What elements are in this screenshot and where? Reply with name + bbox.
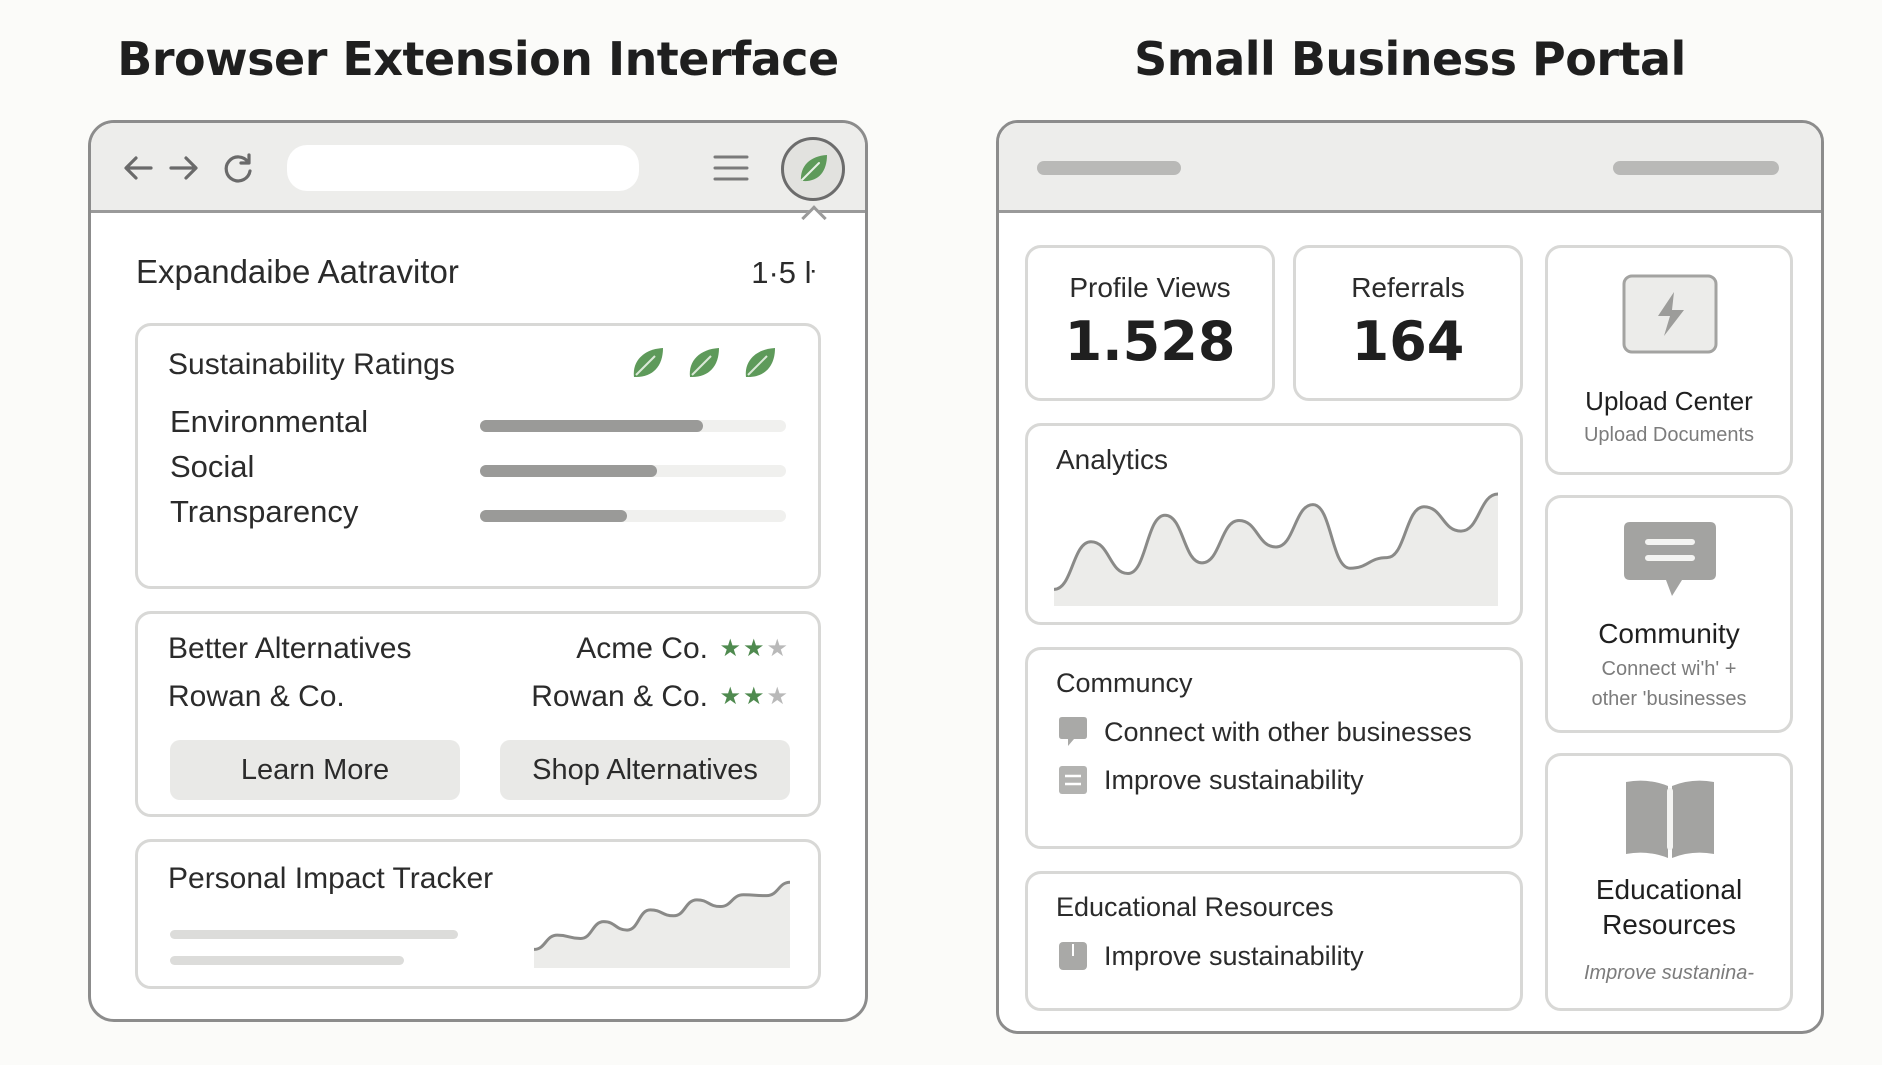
portal-header-bar [999,123,1821,213]
upload-center-title: Upload Center [1585,386,1753,416]
community-tile-subtitle: Connect wi'h' + [1601,658,1737,680]
list-item-text: Connect with other businesses [1104,716,1472,747]
educational-resources-card[interactable]: Educational Resources Improve sustainabi… [1025,871,1523,1011]
stat-value: 1.528 [1064,310,1236,373]
leaf-rating [628,344,780,382]
alternative-brand[interactable]: Rowan & Co. [531,680,708,714]
community-tile-subtitle: other 'businesses [1591,688,1747,710]
impact-trend-chart [534,880,790,968]
education-tile-title: Educational [1595,874,1743,905]
placeholder-line [170,956,404,965]
sustainability-ratings-card: Sustainability Ratings Environmental Soc… [135,323,821,589]
better-alternatives-card: Better Alternatives Rowan & Co. Acme Co.… [135,611,821,817]
small-business-portal-heading: Small Business Portal [1134,32,1686,86]
education-tile-title: Resources [1602,909,1736,940]
chat-icon [1624,522,1716,596]
stat-label: Profile Views [1069,272,1231,303]
alternatives-title: Better Alternatives [168,632,412,665]
hamburger-menu-icon[interactable] [711,150,751,186]
leaf-icon [633,348,663,377]
extension-title: Expandaibe Aatravitor [136,253,459,290]
book-icon [1626,780,1714,858]
chart-area [1054,494,1498,606]
portal-window: Profile Views 1.528 Referrals 164 Analyt… [996,120,1824,1034]
star-icon: ★ [719,635,743,662]
back-arrow-icon[interactable] [119,149,157,187]
star-icon: ★ [742,683,767,710]
book-icon [1059,942,1087,970]
leaf-icon [745,348,775,377]
stat-label: Referrals [1351,272,1465,303]
list-item-text: Improve sustainability [1104,764,1364,795]
list-item-text: Improve sustainability [1104,940,1364,971]
reload-icon[interactable] [219,149,257,187]
browser-toolbar [91,123,865,213]
rating-bar [480,465,786,477]
chat-bubble-icon [1059,717,1087,746]
analytics-card[interactable]: Analytics [1025,423,1523,625]
rating-label: Environmental [170,404,369,439]
star-rating: ★★★ [719,634,790,663]
impact-title: Personal Impact Tracker [168,862,494,895]
rating-bar [480,510,786,522]
rating-label: Social [170,449,255,484]
referrals-card[interactable]: Referrals 164 [1293,245,1523,401]
education-title: Educational Resources [1056,892,1334,922]
star-icon: ★ [719,683,743,710]
leaf-icon [800,155,827,182]
rating-row-transparency: Transparency [170,494,790,534]
placeholder-line [170,930,458,939]
rating-label: Transparency [170,494,359,529]
rating-bar [480,420,786,432]
alternative-brand[interactable]: Acme Co. [576,632,708,666]
leaf-icon [689,348,719,377]
upload-center-card[interactable]: Upload Center Upload Documents [1545,245,1793,475]
star-icon: ★ [742,635,767,662]
educational-resources-tile[interactable]: Educational Resources Improve sustanina- [1545,753,1793,1011]
document-icon [1059,766,1087,794]
learn-more-button[interactable]: Learn More [170,740,460,800]
community-tile[interactable]: Community Connect wi'h' + other 'busines… [1545,495,1793,733]
list-item[interactable]: Improve sustainability [1058,760,1364,800]
browser-extension-heading: Browser Extension Interface [117,32,839,86]
rating-bar-fill [480,465,658,477]
address-bar[interactable] [287,145,639,191]
alternative-item[interactable]: Rowan & Co. [168,680,345,714]
forward-arrow-icon[interactable] [165,149,203,187]
extension-meta: 1·5 ŀ [751,255,815,290]
community-card[interactable]: Communcy Connect with other businesses I… [1025,647,1523,849]
analytics-title: Analytics [1056,444,1169,475]
header-placeholder [1613,161,1779,175]
star-icon: ★ [766,683,790,710]
header-placeholder [1037,161,1181,175]
profile-views-card[interactable]: Profile Views 1.528 [1025,245,1275,401]
education-tile-subtitle: Improve sustanina- [1583,962,1755,984]
list-item[interactable]: Connect with other businesses [1058,712,1472,752]
extension-leaf-button[interactable] [781,137,845,201]
community-tile-title: Community [1598,618,1740,649]
analytics-trend-chart [1054,492,1498,606]
ratings-title: Sustainability Ratings [168,348,455,381]
star-icon: ★ [766,635,790,662]
personal-impact-tracker-card: Personal Impact Tracker [135,839,821,989]
upload-center-subtitle: Upload Documents [1583,424,1755,446]
rating-bar-fill [480,510,627,522]
browser-window: Expandaibe Aatravitor 1·5 ŀ Sustainabili… [88,120,868,1022]
upload-icon [1622,274,1718,354]
rating-row-social: Social [170,449,790,489]
rating-row-environmental: Environmental [170,404,790,444]
shop-alternatives-button[interactable]: Shop Alternatives [500,740,790,800]
list-item[interactable]: Improve sustainability [1058,936,1364,976]
stat-value: 164 [1351,310,1465,373]
star-rating: ★★★ [719,682,790,711]
rating-bar-fill [480,420,704,432]
community-title: Communcy [1056,668,1193,698]
